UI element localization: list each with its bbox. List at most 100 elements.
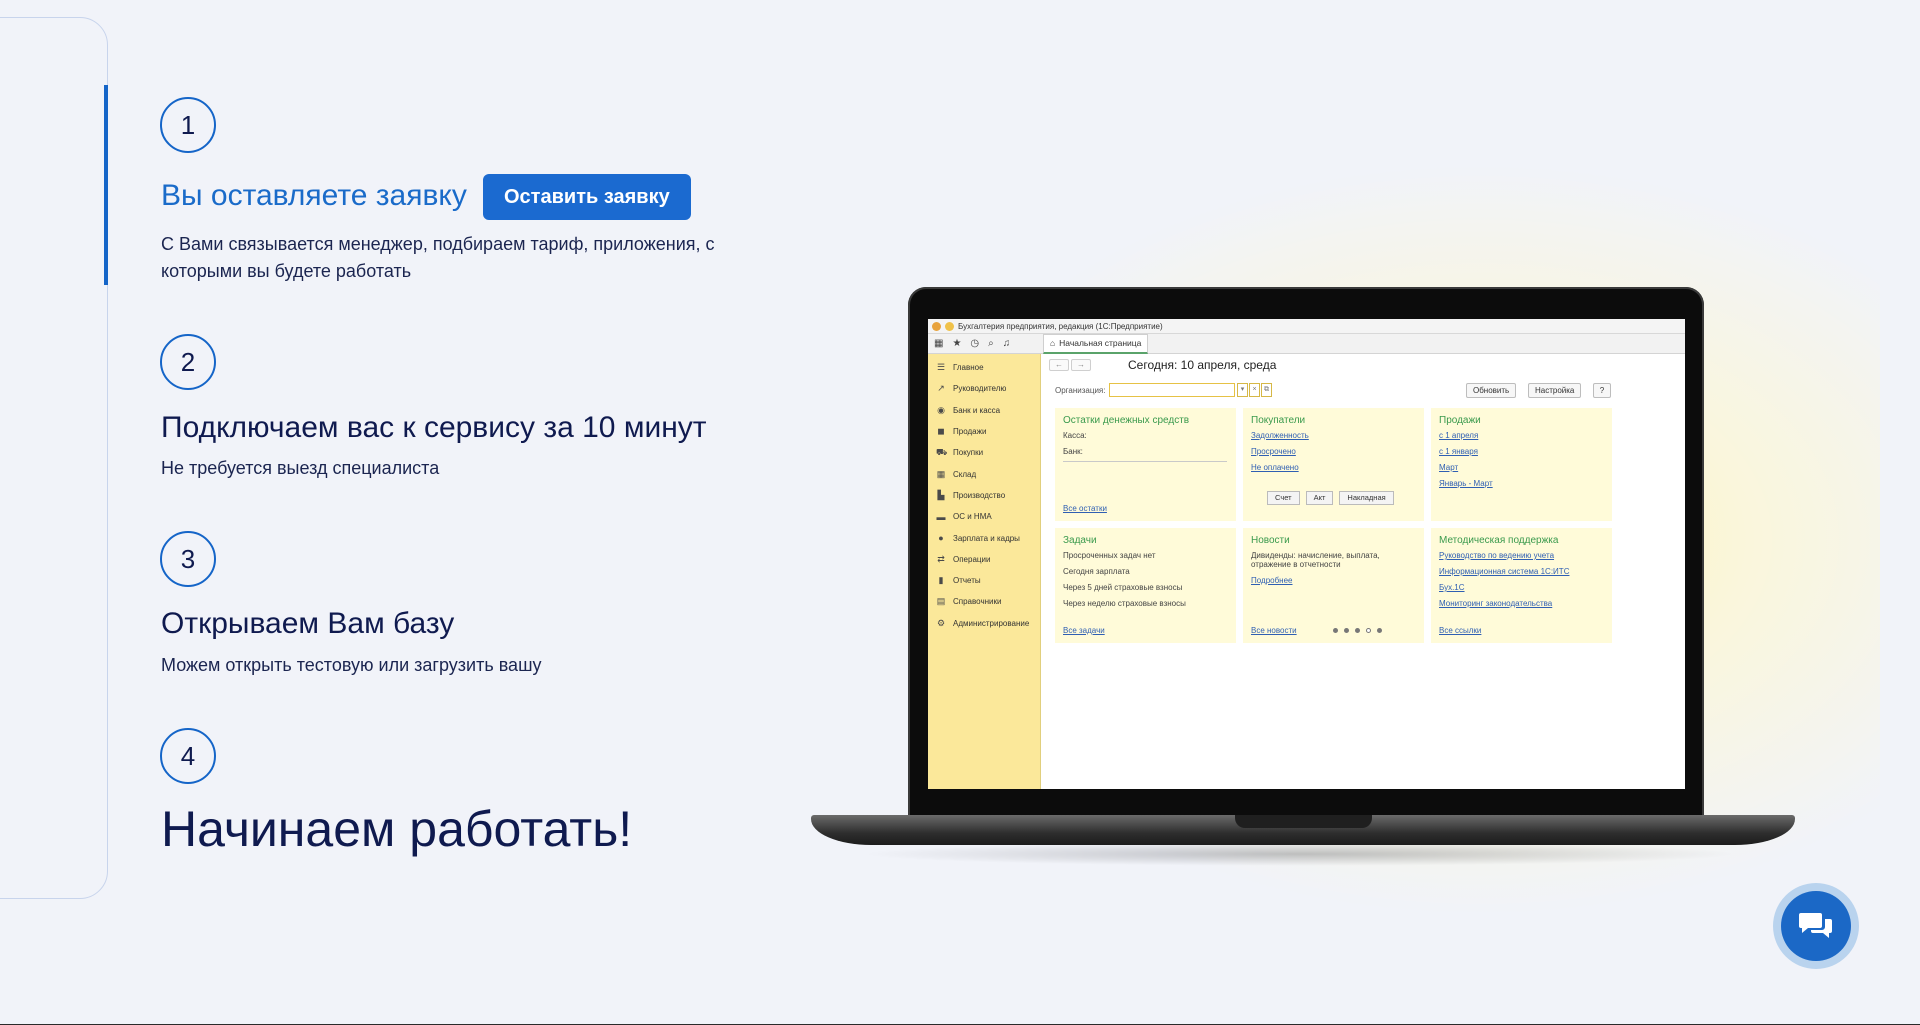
panel-cash-footer: Все остатки: [1063, 504, 1107, 513]
panel-support-footer: Все ссылки: [1439, 626, 1482, 635]
warehouse-icon: ▦: [936, 468, 946, 479]
app-titlebar: Бухгалтерия предприятия, редакция (1С:Пр…: [928, 319, 1685, 334]
panel-news-title: Новости: [1251, 535, 1290, 546]
panel-news: Новости Дивиденды: начисление, выплата, …: [1243, 528, 1424, 643]
book-icon: ▤: [936, 596, 946, 607]
panel-tasks-line: Через неделю страховые взносы: [1063, 599, 1186, 608]
news-pager: [1333, 628, 1382, 633]
search-icon: ⌕: [988, 338, 994, 349]
step-2-number: 2: [160, 334, 216, 390]
app-tab-home: ⌂ Начальная страница: [1043, 333, 1149, 354]
bank-icon: ◉: [937, 404, 945, 415]
laptop-shadow: [860, 842, 1740, 866]
truck-icon: ▬: [936, 511, 946, 522]
org-label: Организация:: [1055, 386, 1106, 395]
panel-news-more: Подробнее: [1251, 576, 1293, 585]
app-sidebar-item: ▬ ОС и НМА: [928, 506, 1040, 527]
app-sidebar-item: ☰ Главное: [928, 357, 1040, 378]
app-tab-label: Начальная страница: [1059, 338, 1142, 348]
panel-support-title: Методическая поддержка: [1439, 535, 1559, 546]
app-sidebar-label: Главное: [953, 363, 984, 373]
panel-support-link: Руководство по ведению учета: [1439, 551, 1555, 560]
panel-buyers: Покупатели Задолженность Просрочено Не о…: [1243, 408, 1424, 521]
app-sidebar-label: Продажи: [953, 427, 987, 437]
gear-icon: ⚙: [936, 617, 946, 628]
panel-cash-line: Банк:: [1063, 447, 1083, 456]
chat-button[interactable]: [1773, 883, 1859, 969]
panel-sales: Продажи с 1 апреля с 1 января Март Январ…: [1431, 408, 1612, 521]
step-2-description: Не требуется выезд специалиста: [161, 458, 440, 478]
app-sidebar-item: ⛟ Покупки: [928, 442, 1040, 463]
panel-support: Методическая поддержка Руководство по ве…: [1431, 528, 1612, 643]
panel-tasks-footer: Все задачи: [1063, 626, 1105, 635]
panel-tasks-line: Просроченных задач нет: [1063, 551, 1156, 560]
app-sidebar-item: ↗ Руководителю: [928, 378, 1040, 399]
org-clear-icon: ×: [1249, 383, 1260, 397]
app-refresh-button: Обновить: [1466, 383, 1517, 398]
waybill-button: Накладная: [1339, 491, 1394, 505]
menu-icon: [945, 321, 954, 331]
org-open-icon: ⧉: [1261, 383, 1272, 397]
steps-frame: [0, 17, 108, 899]
panel-buyers-title: Покупатели: [1251, 415, 1306, 426]
panel-support-link: Информационная система 1С:ИТС: [1439, 567, 1570, 576]
panel-tasks-title: Задачи: [1063, 535, 1097, 546]
panel-support-link: Мониторинг законодательства: [1439, 599, 1553, 608]
app-date: Сегодня: 10 апреля, среда: [1128, 358, 1277, 372]
app-main: ← → Сегодня: 10 апреля, среда Организаци…: [1041, 354, 1685, 789]
step-4-number: 4: [160, 728, 216, 784]
panel-sales-link: с 1 января: [1439, 447, 1478, 456]
forward-arrow-icon: →: [1071, 359, 1091, 371]
step-3-description: Можем открыть тестовую или загрузить ваш…: [161, 655, 542, 675]
app-sidebar-label: Руководителю: [953, 384, 1007, 394]
app-help-button: ?: [1593, 383, 1611, 398]
laptop-notch: [1235, 815, 1372, 828]
app-sidebar-item: ● Зарплата и кадры: [928, 527, 1040, 548]
operations-icon: ⇄: [937, 553, 945, 564]
panel-news-text: Дивиденды: начисление, выплата, отражени…: [1251, 551, 1380, 569]
panel-cash-title: Остатки денежных средств: [1063, 415, 1190, 426]
step-1-description: С Вами связывается менеджер, подбираем т…: [161, 234, 715, 281]
back-arrow-icon: ←: [1049, 359, 1069, 371]
submit-request-button[interactable]: Оставить заявку: [483, 174, 691, 220]
panel-support-link: Бух.1С: [1439, 583, 1465, 592]
panel-sales-link: с 1 апреля: [1439, 431, 1479, 440]
app-sidebar-item: ▙ Производство: [928, 485, 1040, 506]
panel-buyers-link: Задолженность: [1251, 431, 1309, 440]
chat-icon: [1799, 913, 1832, 938]
step-3-number: 3: [160, 531, 216, 587]
cart-icon: ⛟: [936, 446, 948, 457]
home-icon: ⌂: [1050, 338, 1056, 348]
app-sidebar-label: Отчеты: [953, 576, 981, 586]
app-sidebar-item: ⇄ Операции: [928, 549, 1040, 570]
panel-sales-link: Январь - Март: [1439, 479, 1493, 488]
app-sidebar-item: ◉ Банк и касса: [928, 400, 1040, 421]
app-window-title: Бухгалтерия предприятия, редакция (1С:Пр…: [958, 321, 1163, 331]
app-sidebar-label: Покупки: [953, 448, 984, 458]
app-sidebar-item: ◼ Продажи: [928, 421, 1040, 442]
org-field: [1109, 383, 1235, 397]
apps-grid-icon: ▦: [934, 338, 944, 349]
panel-sales-title: Продажи: [1439, 415, 1481, 426]
panel-cash-line: Касса:: [1063, 431, 1087, 440]
app-sidebar-label: Администрирование: [953, 618, 1030, 628]
app-sidebar-item: ⚙ Администрирование: [928, 613, 1040, 634]
reports-icon: ▮: [938, 575, 944, 586]
invoice-button: Счет: [1267, 491, 1300, 505]
panel-news-footer: Все новости: [1251, 626, 1297, 635]
app-sidebar-label: Производство: [953, 490, 1006, 500]
step-4-title: Начинаем работать!: [161, 801, 633, 857]
panel-tasks-line: Сегодня зарплата: [1063, 567, 1130, 576]
list-icon: ☰: [936, 362, 946, 373]
app-sidebar: ☰ Главное ↗ Руководителю ◉ Банк и касса ◼ Прода…: [928, 354, 1041, 789]
person-icon: ●: [938, 533, 944, 544]
chart-icon: ↗: [937, 383, 945, 394]
active-step-indicator: [104, 85, 108, 285]
org-dropdown-icon: ▾: [1237, 383, 1248, 397]
bell-icon: ♫: [1002, 338, 1011, 349]
app-sidebar-item: ▦ Склад: [928, 463, 1040, 484]
app-sidebar-item: ▮ Отчеты: [928, 570, 1040, 591]
step-3-title: Открываем Вам базу: [161, 607, 455, 640]
app-sidebar-label: Справочники: [953, 597, 1002, 607]
step-1-title: Вы оставляете заявку: [161, 179, 467, 212]
